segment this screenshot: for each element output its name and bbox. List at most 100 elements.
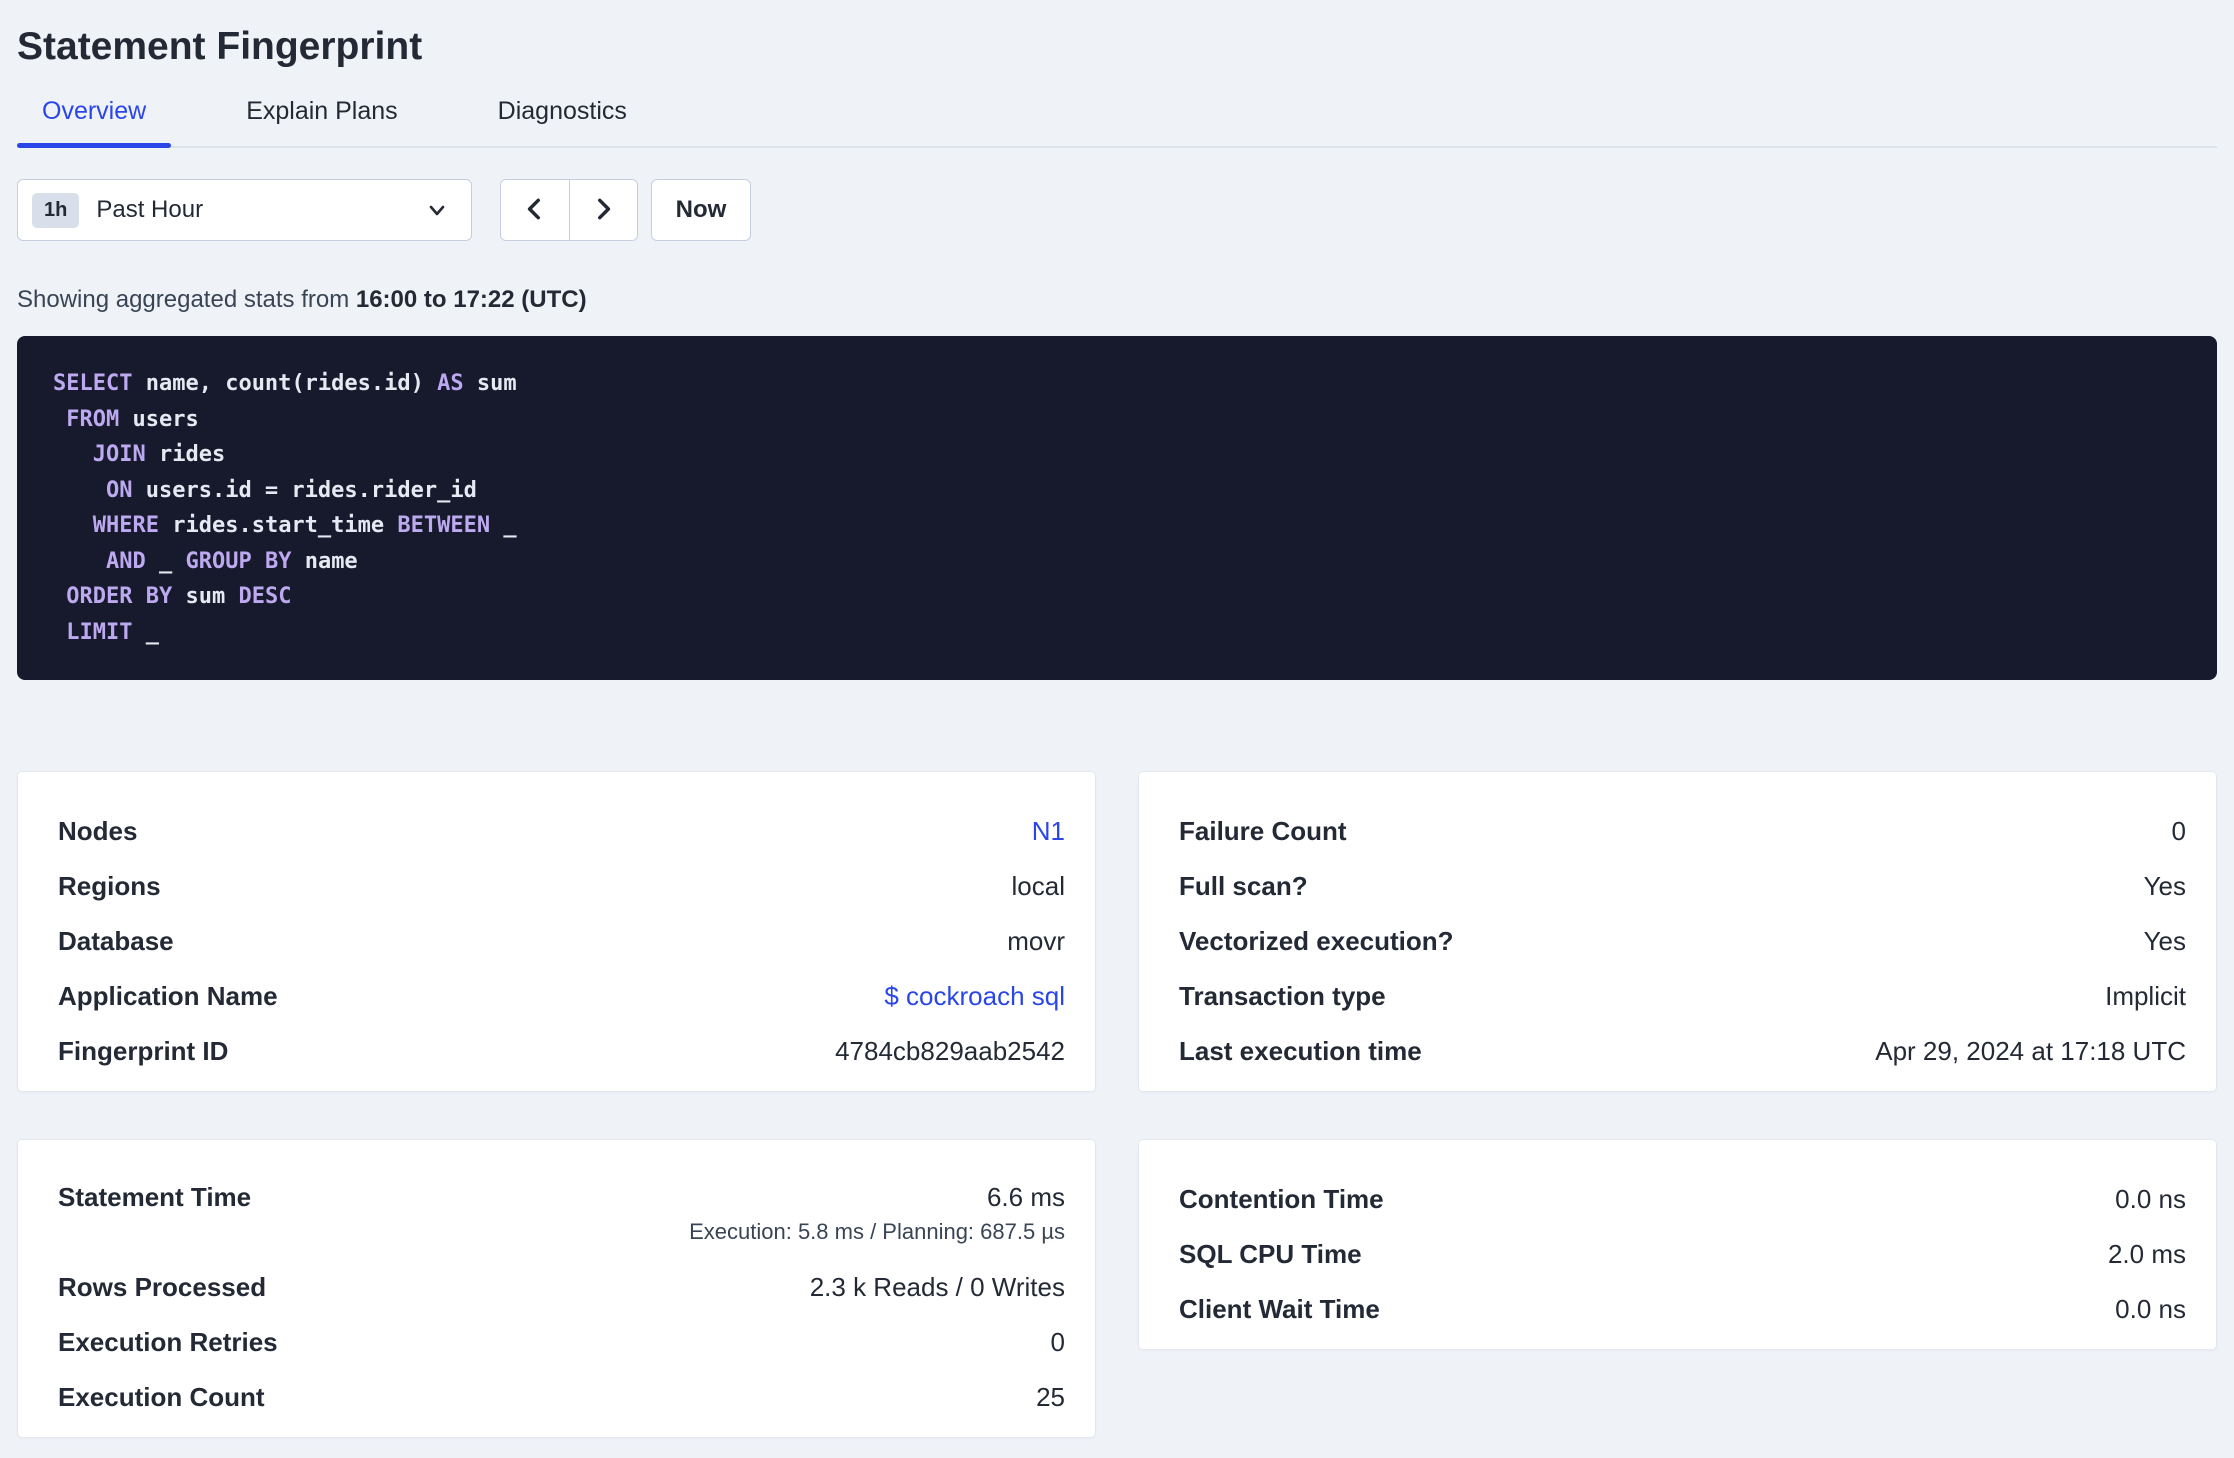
stat-value: Implicit xyxy=(2105,981,2186,1011)
stat-value-block: 2.0 ms xyxy=(2108,1239,2186,1270)
stat-label: Vectorized execution? xyxy=(1179,926,1454,956)
time-window-arrows xyxy=(500,179,638,241)
stat-label: Database xyxy=(58,926,174,956)
stat-value-block: 25 xyxy=(1036,1382,1065,1413)
statistics-cards-grid: Nodes N1 Regions local Database movr Applicati… xyxy=(17,771,2217,1438)
page-title: Statement Fingerprint xyxy=(17,25,423,68)
stat-value-block: $ cockroach sql xyxy=(884,981,1065,1012)
stat-row: Nodes N1 xyxy=(58,804,1065,859)
now-button[interactable]: Now xyxy=(651,179,751,241)
stat-row: Last execution time Apr 29, 2024 at 17:18… xyxy=(1179,1024,2186,1079)
next-time-window-button[interactable] xyxy=(568,180,637,240)
stat-value: 6.6 ms xyxy=(986,1182,1065,1212)
sql-keyword: AS xyxy=(437,371,464,396)
stat-row: Rows Processed 2.3 k Reads / 0 Writes xyxy=(58,1260,1065,1315)
stat-row: SQL CPU Time 2.0 ms xyxy=(1179,1227,2186,1282)
stat-value-block: local xyxy=(1012,871,1065,902)
tab-diagnostics[interactable]: Diagnostics xyxy=(473,84,652,146)
tab-overview[interactable]: Overview xyxy=(17,84,172,148)
stat-value-block: Implicit xyxy=(2105,981,2186,1012)
stat-value-block: Yes xyxy=(2144,926,2186,957)
stat-label: Execution Retries xyxy=(58,1327,278,1357)
sql-keyword: JOIN xyxy=(92,442,146,467)
sql-text: _ xyxy=(145,548,186,574)
stat-value-block: 0 xyxy=(1051,1327,1065,1358)
stat-value-link[interactable]: N1 xyxy=(1032,816,1065,846)
stat-value-block: 0.0 ns xyxy=(2115,1294,2186,1325)
stat-row: Client Wait Time 0.0 ns xyxy=(1179,1282,2186,1337)
status-prefix: Showing aggregated stats from xyxy=(17,286,356,313)
sql-text: name, count(rides.id) xyxy=(132,371,438,396)
stat-value-block: 2.3 k Reads / 0 Writes xyxy=(810,1272,1065,1303)
tab-explain-plans[interactable]: Explain Plans xyxy=(221,84,422,146)
stat-row: Application Name $ cockroach sql xyxy=(58,969,1065,1024)
execution-attributes-card: Failure Count 0 Full scan? Yes Vectorized ex… xyxy=(1138,771,2217,1092)
stat-row: Full scan? Yes xyxy=(1179,859,2186,914)
stat-row: Fingerprint ID 4784cb829aab2542 xyxy=(58,1024,1065,1079)
stat-label: Full scan? xyxy=(1179,871,1308,901)
sql-text: rides.start_time xyxy=(158,513,398,538)
stat-label: Regions xyxy=(58,871,161,901)
stat-row: Execution Count 25 xyxy=(58,1370,1065,1425)
stat-value-link[interactable]: $ cockroach sql xyxy=(884,981,1065,1011)
stat-value-block: 6.6 ms Execution: 5.8 ms / Planning: 687.… xyxy=(689,1182,1065,1245)
stat-label: SQL CPU Time xyxy=(1179,1239,1362,1269)
stat-label: Client Wait Time xyxy=(1179,1294,1380,1324)
stat-value-block: movr xyxy=(1007,926,1065,957)
chevron-down-icon xyxy=(425,198,449,222)
stat-label: Nodes xyxy=(58,816,138,846)
stat-value: 0 xyxy=(2171,816,2186,846)
sql-keyword: WHERE xyxy=(92,513,159,538)
stat-row: Transaction type Implicit xyxy=(1179,969,2186,1024)
sql-keyword: ORDER BY xyxy=(66,584,173,609)
stat-value-block: Yes xyxy=(2144,871,2186,902)
stat-value-block: 0 xyxy=(2172,816,2186,847)
stat-value: 0.0 ns xyxy=(2115,1294,2186,1324)
stat-value: Yes xyxy=(2143,926,2186,956)
tab-bar: Overview Explain Plans Diagnostics xyxy=(17,84,2217,148)
sql-text: rides xyxy=(145,442,226,467)
stat-label: Contention Time xyxy=(1179,1184,1384,1214)
stat-value: 25 xyxy=(1036,1382,1065,1412)
sql-keyword: DESC xyxy=(238,584,292,609)
stat-value: Apr 29, 2024 at 17:18 UTC xyxy=(1875,1036,2186,1066)
time-interval-badge: 1h xyxy=(32,192,80,228)
sql-statement-block: SELECT name, count(rides.id) AS sum FROM… xyxy=(17,336,2217,680)
stat-label: Failure Count xyxy=(1179,816,1347,846)
stat-row: Vectorized execution? Yes xyxy=(1179,914,2186,969)
sql-text: _ xyxy=(490,513,517,538)
sql-keyword: SELECT xyxy=(53,371,133,396)
stat-label: Last execution time xyxy=(1179,1036,1422,1066)
chevron-left-icon xyxy=(522,196,548,225)
sql-text: sum xyxy=(172,584,239,609)
stat-label: Transaction type xyxy=(1179,981,1386,1011)
stat-row: Execution Retries 0 xyxy=(58,1315,1065,1370)
stat-value: local xyxy=(1011,871,1065,901)
previous-time-window-button[interactable] xyxy=(501,180,569,240)
stat-value: 2.0 ms xyxy=(2107,1239,2186,1269)
sql-keyword: LIMIT xyxy=(66,619,133,645)
sql-keyword: AND xyxy=(105,548,146,574)
stat-row: Failure Count 0 xyxy=(1179,804,2186,859)
stat-value: Yes xyxy=(2143,871,2186,901)
stat-row: Statement Time 6.6 ms Execution: 5.8 ms / … xyxy=(58,1172,1065,1260)
sql-text: name xyxy=(291,548,358,574)
sql-text: sum xyxy=(463,371,517,396)
sql-keyword: FROM xyxy=(66,406,120,432)
stat-value-block: 0.0 ns xyxy=(2115,1184,2186,1215)
statement-details-card: Nodes N1 Regions local Database movr Applicati… xyxy=(17,771,1096,1092)
stat-label: Statement Time xyxy=(58,1182,252,1212)
sql-keyword: GROUP BY xyxy=(185,548,292,574)
chevron-right-icon xyxy=(590,196,616,225)
stat-value-block: 4784cb829aab2542 xyxy=(835,1036,1065,1067)
statement-fingerprint-page: Statement Fingerprint Overview Explain P… xyxy=(0,0,2234,1438)
stat-row: Database movr xyxy=(58,914,1065,969)
time-range-picker[interactable]: 1h Past Hour xyxy=(17,179,472,241)
aggregated-stats-status: Showing aggregated stats from 16:00 to 1… xyxy=(17,285,2217,314)
statement-times-card: Statement Time 6.6 ms Execution: 5.8 ms / … xyxy=(17,1139,1096,1438)
